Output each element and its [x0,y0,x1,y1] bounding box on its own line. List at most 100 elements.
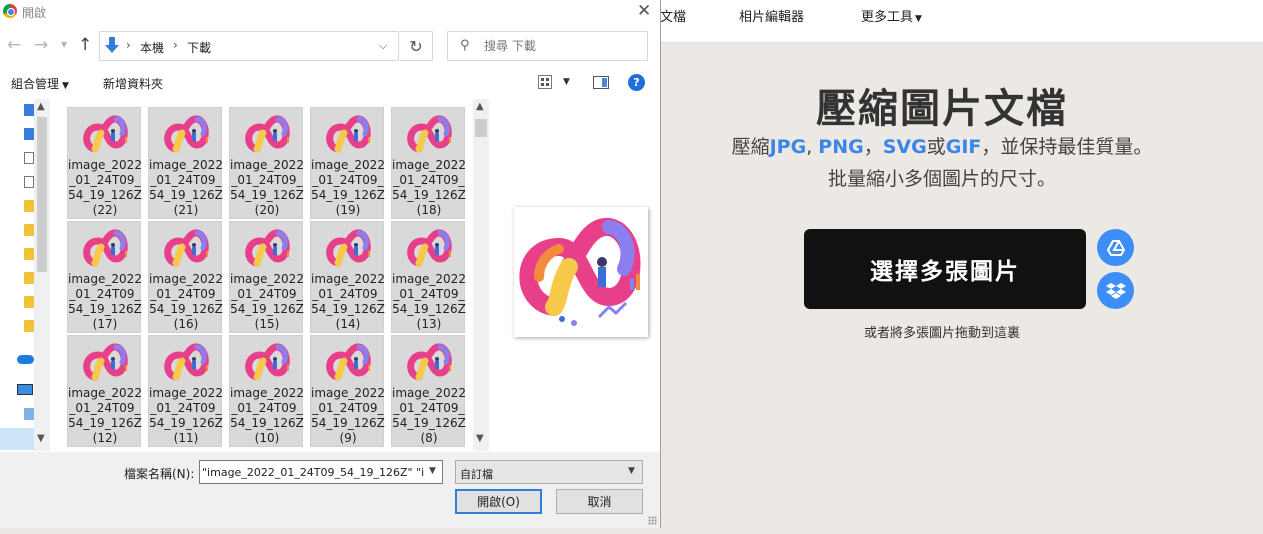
pin-icon[interactable] [24,104,34,116]
scroll-down-icon[interactable]: ▼ [37,433,45,444]
scroll-up-icon[interactable]: ▲ [476,101,484,112]
address-bar[interactable]: › 本機 › 下載 ⌵ [99,31,399,61]
download-folder-icon [105,37,119,53]
hero-subtitle-2: 批量縮小多個圖片的尺寸。 [827,168,1056,190]
file-name: image_2022_01_24T09_54_19_126Z (12) [68,386,142,445]
folder-icon[interactable] [24,272,34,284]
drive-icon[interactable] [24,408,34,420]
file-item[interactable]: image_2022_01_24T09_54_19_126Z (15) [229,221,304,333]
file-name: image_2022_01_24T09_54_19_126Z (14) [311,272,385,331]
file-item[interactable]: image_2022_01_24T09_54_19_126Z (16) [148,221,223,333]
preview-pane-icon[interactable] [593,76,609,89]
scroll-thumb[interactable] [475,119,487,137]
document-icon[interactable] [24,152,34,164]
organize-menu[interactable]: 組合管理 ▼ [11,75,69,92]
this-pc-icon[interactable] [17,384,33,395]
resize-grip-icon[interactable] [648,516,657,525]
page-title: 壓縮圖片文檔 [816,86,1068,132]
picture-icon[interactable] [24,176,34,188]
filetype-select[interactable]: 自訂檔 ▼ [455,460,643,484]
dropbox-button[interactable] [1097,272,1134,309]
file-item[interactable]: image_2022_01_24T09_54_19_126Z (13) [391,221,466,333]
nav-photo-editor[interactable]: 相片編輯器 [739,6,804,25]
scroll-down-icon[interactable]: ▼ [476,433,484,444]
file-item[interactable]: image_2022_01_24T09_54_19_126Z (18) [391,107,466,219]
file-item[interactable]: image_2022_01_24T09_54_19_126Z (9) [310,335,385,447]
folder-icon[interactable] [24,296,34,308]
file-name: image_2022_01_24T09_54_19_126Z (22) [68,158,142,217]
selected-nav-item[interactable] [0,428,34,450]
up-arrow-icon[interactable]: ↑ [78,35,92,55]
file-name: image_2022_01_24T09_54_19_126Z (18) [392,158,466,217]
file-item[interactable]: image_2022_01_24T09_54_19_126Z (11) [148,335,223,447]
file-item[interactable]: image_2022_01_24T09_54_19_126Z (12) [67,335,142,447]
back-icon[interactable]: ← [7,35,21,55]
nav-more-tools[interactable]: 更多工具 ▼ [861,6,922,25]
file-scrollbar[interactable]: ▲ ▼ [473,99,489,451]
image-thumbnail-icon [405,339,453,387]
file-item[interactable]: image_2022_01_24T09_54_19_126Z (8) [391,335,466,447]
image-thumbnail-icon [81,339,129,387]
file-name: image_2022_01_24T09_54_19_126Z (13) [392,272,466,331]
folder-icon[interactable] [24,248,34,260]
dropbox-icon [1105,282,1126,299]
file-name: image_2022_01_24T09_54_19_126Z (9) [311,386,385,445]
refresh-icon[interactable]: ↻ [400,31,433,61]
file-item[interactable]: image_2022_01_24T09_54_19_126Z (17) [67,221,142,333]
recent-locations-icon[interactable]: ▼ [61,40,67,49]
image-thumbnail-icon [243,111,291,159]
chevron-right-icon: › [126,38,131,52]
search-box[interactable]: ⚲ [447,31,648,61]
chevron-down-icon[interactable]: ⌵ [379,39,387,53]
close-icon[interactable]: ✕ [637,1,651,21]
filetype-value: 自訂檔 [460,468,493,481]
format-jpg: JPG [769,136,807,158]
folder-icon[interactable] [24,320,34,332]
file-item[interactable]: image_2022_01_24T09_54_19_126Z (14) [310,221,385,333]
folder-icon[interactable] [24,200,34,212]
command-bar: 組合管理 ▼ 新增資料夾 ▼ ? [0,68,660,98]
dialog-title: 開啟 [22,6,47,20]
help-icon[interactable]: ? [628,74,645,91]
file-item[interactable]: image_2022_01_24T09_54_19_126Z (20) [229,107,304,219]
file-item[interactable]: image_2022_01_24T09_54_19_126Z (21) [148,107,223,219]
format-png: PNG [818,136,864,158]
filename-combobox[interactable]: ▼ [199,460,443,484]
view-options-icon[interactable] [538,75,552,89]
format-svg: SVG [882,136,927,158]
nav-scrollbar[interactable]: ▲ ▼ [34,99,50,451]
file-name: image_2022_01_24T09_54_19_126Z (20) [230,158,304,217]
cancel-button[interactable]: 取消 [556,489,643,514]
search-input[interactable] [484,38,634,54]
scroll-up-icon[interactable]: ▲ [37,101,45,112]
google-drive-button[interactable] [1097,229,1134,266]
nav-documents[interactable]: 文檔 [660,6,686,25]
breadcrumb-this-pc[interactable]: 本機 [140,39,164,56]
address-row: ← → ▼ ↑ › 本機 › 下載 ⌵ ↻ ⚲ [0,30,660,62]
breadcrumb-downloads[interactable]: 下載 [187,39,211,56]
filename-label: 檔案名稱(N): [124,467,195,481]
caret-down-icon[interactable]: ▼ [563,77,570,87]
file-item[interactable]: image_2022_01_24T09_54_19_126Z (22) [67,107,142,219]
select-images-button[interactable]: 選擇多張圖片 [804,229,1086,309]
forward-icon[interactable]: → [34,35,48,55]
search-icon: ⚲ [460,38,470,53]
image-thumbnail-icon [324,225,372,273]
file-item[interactable]: image_2022_01_24T09_54_19_126Z (10) [229,335,304,447]
chevron-down-icon: ▼ [628,466,635,476]
folder-icon[interactable] [24,224,34,236]
chevron-down-icon[interactable]: ▼ [429,466,436,476]
open-button[interactable]: 開啟(O) [455,489,542,514]
onedrive-icon[interactable] [17,355,34,364]
sub-prefix: 壓縮 [731,136,770,158]
file-item[interactable]: image_2022_01_24T09_54_19_126Z (19) [310,107,385,219]
file-name: image_2022_01_24T09_54_19_126Z (16) [149,272,223,331]
preview-image [514,207,648,337]
chrome-icon [3,4,17,18]
filename-input[interactable] [202,464,424,480]
scroll-thumb[interactable] [37,117,47,272]
open-file-dialog: 開啟 ✕ ← → ▼ ↑ › 本機 › 下載 ⌵ ↻ ⚲ 組合管理▼ 新增資料夾… [0,0,661,528]
new-folder-button[interactable]: 新增資料夾 [103,75,163,92]
download-icon[interactable] [24,128,34,140]
chevron-right-icon: › [173,38,178,52]
